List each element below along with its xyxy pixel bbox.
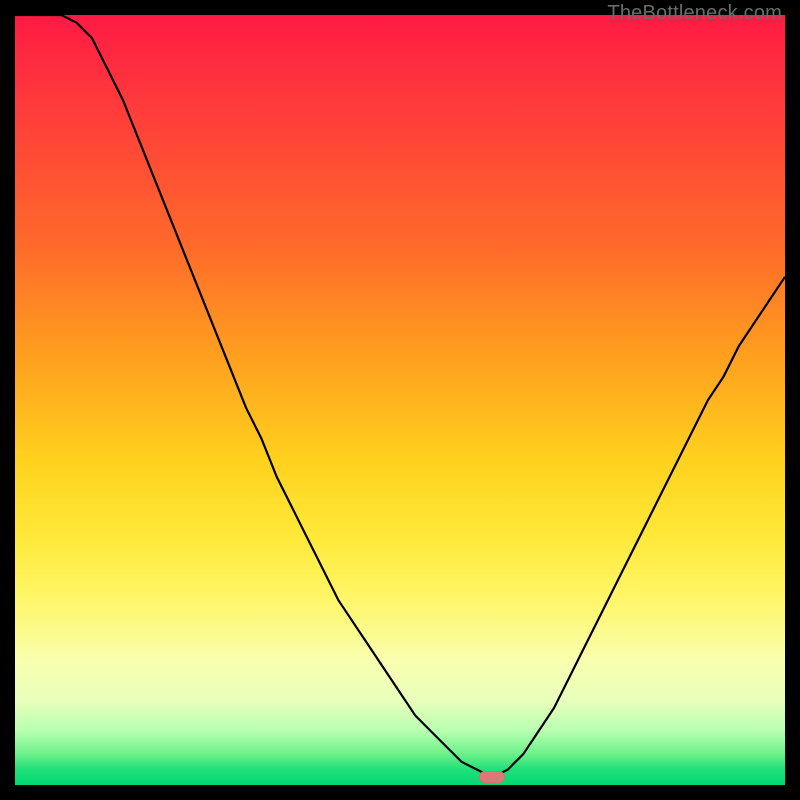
- curve-path: [15, 15, 785, 777]
- trough-marker: [479, 771, 505, 783]
- bottleneck-curve: [15, 15, 785, 785]
- plot-area: [15, 15, 785, 785]
- watermark-text: TheBottleneck.com: [607, 2, 782, 25]
- chart-frame: TheBottleneck.com: [0, 0, 800, 800]
